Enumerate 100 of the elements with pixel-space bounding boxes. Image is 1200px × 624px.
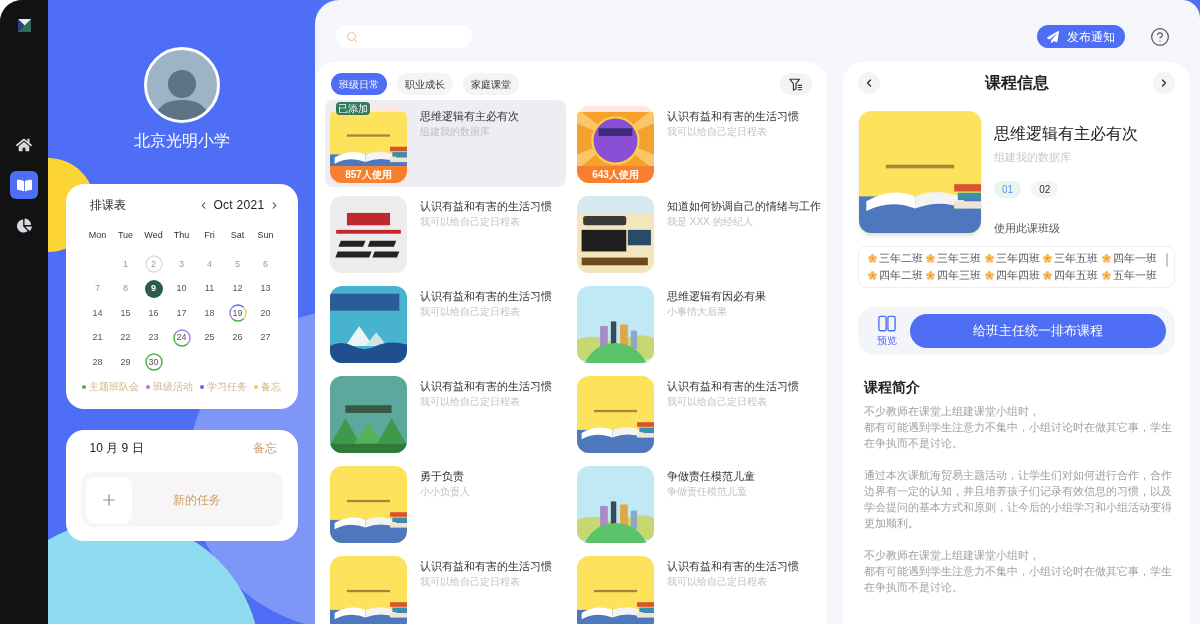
class-name: 四年一班 bbox=[1112, 251, 1157, 267]
paper-plane-icon bbox=[1047, 30, 1059, 43]
preview-button[interactable]: 预览 bbox=[870, 315, 904, 347]
flower-icon bbox=[984, 254, 994, 263]
course-title: 思维逻辑有主必有次 bbox=[994, 124, 1138, 144]
logo-icon bbox=[17, 19, 31, 32]
intro-text: 不少教师在课堂上组建课堂小组时， bbox=[864, 548, 1041, 563]
flower-icon bbox=[1043, 271, 1053, 280]
calendar-day[interactable]: 18 bbox=[200, 304, 219, 323]
course-title: 争做责任模范儿童 bbox=[667, 469, 755, 483]
calendar-day[interactable]: 9 bbox=[144, 279, 163, 298]
weekday-label: Mon bbox=[87, 229, 108, 243]
calendar-day[interactable]: 24 bbox=[172, 328, 191, 347]
calendar-day[interactable]: 10 bbox=[172, 279, 191, 298]
calendar-day[interactable]: 13 bbox=[256, 279, 275, 298]
calendar-day[interactable]: 27 bbox=[256, 328, 275, 347]
calendar-title: 排课表 bbox=[89, 197, 126, 214]
class-name: 四年二班 bbox=[879, 268, 923, 284]
class-name: 三年四班 bbox=[995, 251, 1040, 267]
flower-icon bbox=[868, 271, 877, 280]
course-title: 认识有益和有害的生活习惯 bbox=[420, 289, 552, 303]
flower-icon bbox=[984, 271, 994, 280]
category-tab[interactable]: 家庭课堂 bbox=[463, 73, 519, 95]
calendar-month: Oct 2021 bbox=[213, 197, 265, 214]
filter-icon bbox=[789, 77, 803, 91]
category-tab[interactable]: 职业成长 bbox=[397, 73, 453, 95]
weekday-label: Fri bbox=[203, 229, 216, 243]
intro-text: 不少教师在课堂上组建课堂小组时， bbox=[864, 404, 1041, 419]
intro-text: 都有可能遇到学生注意力不集中，小组讨论时在做其它事，学生在争执而不是讨论。 bbox=[864, 564, 1173, 595]
class-name: 三年五班 bbox=[1054, 251, 1099, 267]
course-title: 认识有益和有害的生活习惯 bbox=[667, 559, 799, 573]
course-title: 认识有益和有害的生活习惯 bbox=[420, 559, 552, 573]
course-title: 认识有益和有害的生活习惯 bbox=[667, 109, 799, 123]
home-icon bbox=[16, 137, 32, 153]
calendar-day[interactable]: 11 bbox=[200, 279, 219, 298]
calendar-day[interactable]: 21 bbox=[88, 328, 107, 347]
plus-icon bbox=[85, 476, 132, 523]
intro-title: 课程简介 bbox=[864, 378, 921, 396]
school-name: 北京光明小学 bbox=[133, 131, 230, 151]
calendar-day[interactable]: 28 bbox=[88, 353, 107, 372]
class-name: 四年四班 bbox=[995, 268, 1040, 284]
calendar-day[interactable]: 25 bbox=[200, 328, 219, 347]
class-name: 三年二班 bbox=[879, 251, 923, 267]
calendar-day[interactable]: 23 bbox=[144, 328, 163, 347]
course-title: 认识有益和有害的生活习惯 bbox=[420, 199, 552, 213]
classes-label: 使用此课班级 bbox=[994, 221, 1061, 235]
book-outline-icon bbox=[878, 315, 896, 332]
search-field[interactable] bbox=[336, 25, 472, 48]
legend-label: 班级活动 bbox=[153, 381, 193, 393]
calendar-day[interactable]: 17 bbox=[172, 304, 191, 323]
usage-count: 643人使用 bbox=[577, 166, 654, 183]
course-title: 认识有益和有害的生活习惯 bbox=[420, 379, 552, 393]
course-title: 思维逻辑有主必有次 bbox=[420, 109, 519, 123]
course-title: 思维逻辑有因必有果 bbox=[667, 289, 766, 303]
calendar-day[interactable]: 30 bbox=[144, 353, 163, 372]
flower-icon bbox=[1101, 271, 1111, 280]
calendar-day[interactable]: 14 bbox=[88, 304, 107, 323]
course-title: 勇于负责 bbox=[420, 469, 465, 483]
calendar-day[interactable]: 12 bbox=[228, 279, 247, 298]
publish-button[interactable]: 发布通知 bbox=[1037, 25, 1125, 48]
calendar-day[interactable]: 26 bbox=[228, 328, 247, 347]
help-icon[interactable] bbox=[1150, 26, 1170, 47]
weekday-label: Tue bbox=[116, 229, 135, 243]
weekday-label: Sun bbox=[256, 229, 275, 243]
pie-chart-icon bbox=[16, 217, 32, 233]
class-name: 三年三班 bbox=[937, 251, 982, 267]
calendar-day[interactable]: 16 bbox=[144, 304, 163, 323]
course-title: 知道如何协调自己的情绪与工作 bbox=[667, 199, 821, 213]
flower-icon bbox=[868, 254, 877, 263]
weekday-label: Wed bbox=[143, 229, 164, 243]
calendar-day[interactable]: 22 bbox=[116, 328, 135, 347]
weekday-label: Thu bbox=[172, 229, 191, 243]
legend-label: 主题班队会 bbox=[89, 381, 139, 393]
calendar-day[interactable]: 20 bbox=[256, 304, 275, 323]
scrollbar-thumb[interactable] bbox=[1166, 253, 1168, 267]
calendar-day[interactable]: 19 bbox=[228, 304, 247, 323]
intro-text: 都有可能遇到学生注意力不集中，小组讨论时在做其它事，学生在争执而不是讨论。 bbox=[864, 420, 1173, 451]
panel-title: 课程信息 bbox=[984, 73, 1049, 93]
class-name: 四年三班 bbox=[937, 268, 982, 284]
flower-icon bbox=[1043, 254, 1053, 263]
class-name: 四年五班 bbox=[1054, 268, 1099, 284]
previous-button[interactable] bbox=[858, 72, 880, 94]
category-tab[interactable]: 班级日常 bbox=[331, 73, 387, 95]
usage-count: 857人使用 bbox=[330, 166, 407, 183]
calendar-day[interactable]: 15 bbox=[116, 304, 135, 323]
flower-icon bbox=[1101, 254, 1111, 263]
intro-text: 通过本次课航海贸易主题活动，让学生们对如何进行合作，合作边界有一定的认知，并且培养孩子们记录有效信息的习惯，以及学会提问的基本方式和原则，让今后的小组学习和小组活动变得更加顺利。 bbox=[864, 468, 1173, 531]
legend-label: 备忘 bbox=[261, 381, 281, 393]
assign-course-button[interactable]: 给班主任统一排布课程 bbox=[910, 314, 1166, 348]
filter-button[interactable] bbox=[780, 73, 812, 95]
flower-icon bbox=[926, 254, 936, 263]
version-option[interactable]: 02 bbox=[1031, 181, 1059, 198]
next-button[interactable] bbox=[1153, 72, 1175, 94]
calendar-day[interactable]: 29 bbox=[116, 353, 135, 372]
nav-button[interactable] bbox=[10, 171, 38, 199]
legend-label: 学习任务 bbox=[207, 381, 247, 393]
flower-icon bbox=[926, 271, 936, 280]
search-icon bbox=[346, 30, 358, 43]
weekday-label: Sat bbox=[229, 229, 246, 243]
memo-date: 10 月 9 日 bbox=[89, 440, 144, 457]
